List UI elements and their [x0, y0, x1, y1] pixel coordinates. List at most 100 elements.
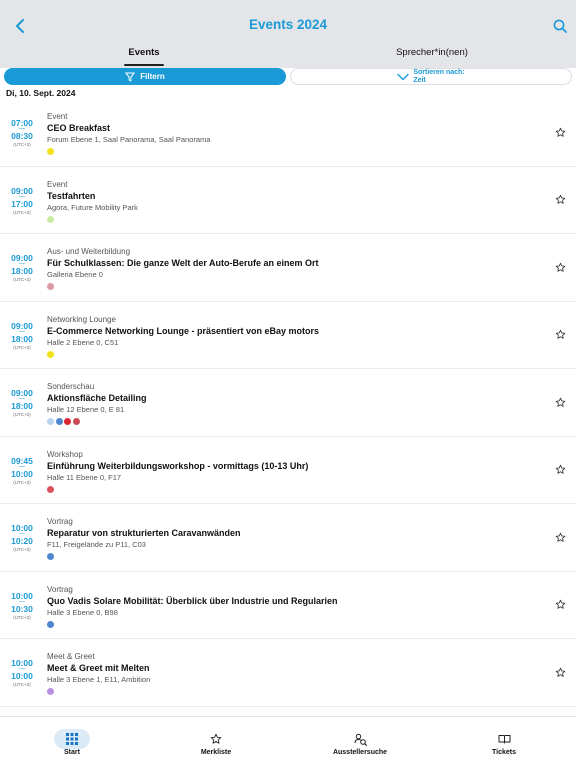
event-timezone: (UTC+2) [13, 479, 31, 485]
event-content: Sonderschau Aktionsfläche Detailing Halle … [47, 382, 537, 425]
event-content: Aus- und Weiterbildung Für Schulklassen: … [47, 247, 537, 290]
event-row[interactable]: 09:00—18:00 (UTC+2) Sonderschau Aktionsfläc… [0, 369, 576, 437]
category-color-dot [64, 418, 71, 425]
event-category: Sonderschau [47, 382, 95, 391]
event-location: Halle 11 Ebene 0, F17 [47, 472, 122, 482]
nav-tickets[interactable]: Tickets [432, 717, 576, 768]
nav-ausstellersuche-label: Ausstellersuche [332, 749, 388, 756]
ticket-icon [498, 735, 510, 744]
bookmark-star-button[interactable] [553, 530, 567, 544]
event-row[interactable]: 10:00—10:30 (UTC+2) Vortrag Quo Vadis Solar… [0, 572, 576, 639]
sort-label: Sortieren nach: [413, 68, 465, 76]
star-outline-icon [555, 329, 565, 339]
bookmark-star-button[interactable] [553, 598, 567, 612]
event-row[interactable]: 09:00—18:00 (UTC+2) Aus- und Weiterbildung… [0, 234, 576, 302]
event-title: Für Schulklassen: Die ganze Welt der Aut… [47, 258, 319, 268]
event-row[interactable]: 09:00—18:00 (UTC+2) Networking Lounge E-Com… [0, 302, 576, 369]
event-row[interactable]: 09:00—17:00 (UTC+2) Event Testfahrten Agora,… [0, 167, 576, 234]
category-color-dot [72, 418, 80, 425]
category-color-dot [55, 418, 63, 425]
nav-start[interactable]: Start [0, 717, 144, 768]
event-content: Event CEO Breakfast Forum Ebene 1, Saal Pa… [47, 112, 537, 155]
category-dots [47, 553, 537, 560]
star-outline-icon [555, 464, 565, 474]
event-time: 10:00—10:00 (UTC+2) [0, 658, 44, 688]
category-color-dot [47, 350, 54, 358]
event-title: E-Commerce Networking Lounge - präsentie… [47, 325, 320, 336]
nav-tickets-label: Tickets [492, 749, 516, 756]
event-row[interactable]: 09:45—10:00 (UTC+2) Workshop Einführung Wei… [0, 437, 576, 504]
category-dots [47, 688, 537, 695]
event-list: 07:00—08:30 (UTC+2) Event CEO Breakfast Foru… [0, 99, 576, 716]
event-content: Vortrag Quo Vadis Solare Mobilität: Überb… [47, 585, 537, 628]
event-category: Event [47, 179, 68, 189]
star-outline-icon [555, 532, 565, 542]
filter-label: Filtern [140, 72, 165, 81]
bookmark-star-button[interactable] [553, 260, 567, 274]
filter-button[interactable]: Filtern [4, 68, 286, 85]
nav-ausstellersuche[interactable]: Ausstellersuche [288, 717, 432, 768]
event-title: Reparatur von strukturierten Caravanwänd… [47, 528, 241, 538]
category-dots [47, 215, 537, 223]
event-category: Workshop [47, 449, 83, 459]
category-color-dot [47, 620, 54, 628]
sort-button[interactable]: Sortieren nach: Zeit [290, 68, 572, 85]
event-location: Galleria Ebene 0 [47, 270, 103, 279]
event-end-time: 08:30 [11, 131, 33, 141]
tab-events[interactable]: Events [0, 44, 288, 68]
event-start-time: 07:00 [11, 118, 33, 128]
bookmark-star-button[interactable] [553, 125, 567, 139]
page-title: Events 2024 [248, 17, 328, 32]
event-start-time: 10:00 [11, 658, 33, 668]
event-time: 09:00—18:00 (UTC+2) [0, 253, 44, 283]
star-outline-icon [555, 667, 565, 677]
bookmark-star-button[interactable] [553, 328, 567, 342]
event-end-time: 17:00 [11, 198, 33, 209]
event-time: 09:00—17:00 (UTC+2) [0, 186, 44, 216]
event-title: Aktionsfläche Detailing [47, 393, 147, 403]
star-outline-icon [555, 262, 565, 272]
nav-merkliste[interactable]: Merkliste [144, 717, 288, 768]
chevron-down-icon [397, 73, 410, 80]
event-row-partial [0, 707, 576, 717]
category-dots [47, 418, 537, 425]
nav-tickets-icon-wrap [486, 729, 522, 749]
bookmark-star-button[interactable] [553, 463, 567, 477]
category-dots [47, 620, 537, 628]
category-dots [47, 350, 537, 358]
app-header: Events 2024 Events Sprecher*in(nen) [0, 0, 576, 68]
event-title: Testfahrten [47, 190, 96, 201]
filter-sort-bar: Filtern Sortieren nach: Zeit [0, 67, 576, 87]
date-header: Di, 10. Sept. 2024 [6, 88, 76, 98]
event-row[interactable]: 10:00—10:00 (UTC+2) Meet & Greet Meet & Gre… [0, 639, 576, 707]
exhibitors-icon [354, 733, 367, 746]
event-timezone: (UTC+2) [13, 547, 31, 552]
event-content: Event Testfahrten Agora, Future Mobility P… [47, 180, 537, 223]
bottom-nav: Start Merkliste Ausstellersuche Tickets [0, 716, 576, 768]
event-title: CEO Breakfast [47, 123, 111, 133]
event-row[interactable]: 07:00—08:30 (UTC+2) Event CEO Breakfast Foru… [0, 99, 576, 167]
event-timezone: (UTC+2) [13, 142, 31, 147]
event-end-time: 10:20 [11, 536, 33, 546]
event-content: Networking Lounge E-Commerce Networking L… [47, 315, 537, 358]
nav-start-icon-wrap [54, 729, 90, 749]
event-start-time: 10:00 [11, 523, 33, 533]
bookmark-star-button[interactable] [553, 395, 567, 409]
event-timezone: (UTC+2) [13, 209, 31, 215]
tab-speakers[interactable]: Sprecher*in(nen) [288, 44, 576, 68]
event-time: 10:00—10:20 (UTC+2) [0, 523, 44, 553]
event-category: Aus- und Weiterbildung [47, 247, 131, 256]
event-start-time: 09:00 [11, 320, 33, 331]
nav-start-label: Start [64, 749, 80, 756]
search-button[interactable] [548, 14, 572, 38]
bookmark-star-button[interactable] [553, 665, 567, 679]
event-row[interactable]: 10:00—10:20 (UTC+2) Vortrag Reparatur von s… [0, 504, 576, 572]
nav-merkliste-label: Merkliste [200, 749, 232, 756]
event-content: Meet & Greet Meet & Greet mit Melten Halle… [47, 652, 537, 695]
star-outline-icon [555, 397, 565, 407]
category-color-dot [47, 688, 54, 695]
star-outline-icon [555, 599, 565, 609]
event-end-time: 18:00 [11, 266, 33, 276]
event-start-time: 09:00 [11, 388, 33, 398]
bookmark-star-button[interactable] [553, 193, 567, 207]
